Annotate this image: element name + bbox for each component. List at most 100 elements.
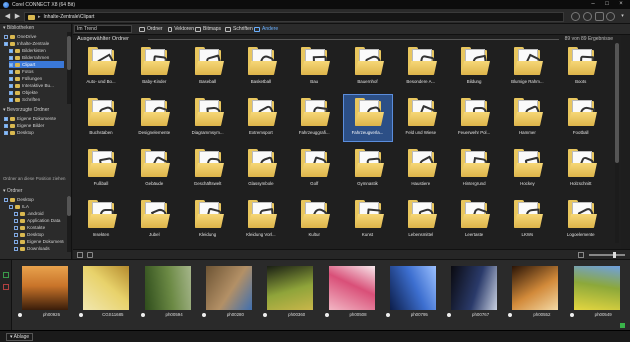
checkbox[interactable] [4,197,8,202]
folder-tile[interactable]: Kleidung [184,197,232,243]
refresh-icon[interactable] [583,12,592,21]
tray-thumbnail[interactable] [512,266,559,310]
folder-tile[interactable]: Golf [290,146,338,192]
filter-ordner-button[interactable]: Ordner [139,25,167,34]
folders-scrollbar[interactable] [67,196,71,252]
checkbox[interactable] [9,97,13,102]
back-button[interactable]: ◀ [3,12,12,21]
favorites-header[interactable]: ▾ Bevorzugte Ordner [0,106,72,114]
info-pin-icon[interactable] [508,312,513,317]
tray-thumbnail[interactable] [389,266,436,310]
folder-tile[interactable]: Haustiere [397,146,445,192]
folder-tile[interactable]: Diagrammsym... [184,95,232,141]
checkbox[interactable] [9,90,13,95]
checkbox[interactable] [14,218,18,223]
checkbox[interactable] [14,246,18,251]
folder-tile[interactable]: Feuerwehr Pol... [450,95,498,141]
checkbox[interactable] [14,211,18,216]
checkbox[interactable] [9,62,13,67]
minimize-button[interactable]: – [586,0,600,9]
info-pin-icon[interactable] [140,312,145,317]
folder-tile[interactable]: Bau [290,44,338,90]
filter-vektoren-button[interactable]: Vektoren [168,25,194,34]
filter-schriften-button[interactable]: Schriften [225,25,253,34]
folder-tile[interactable]: Fußball [77,146,125,192]
tree-item[interactable]: Objekte [9,89,64,96]
checkbox[interactable] [9,204,13,209]
info-pin-icon[interactable] [324,312,329,317]
folder-tile[interactable]: Holzschnitt [557,146,605,192]
tree-item[interactable]: Clipart [9,61,64,68]
folder-tile[interactable]: Kultur [290,197,338,243]
folder-tile[interactable]: LKWs [503,197,551,243]
tree-item[interactable]: Schriften [9,96,64,103]
tray-thumbnail[interactable] [83,266,130,310]
tree-item[interactable]: Downloads [14,245,64,252]
libraries-header[interactable]: ▾ Bibliotheken [0,24,72,32]
folder-tile[interactable]: Basketball [237,44,285,90]
close-button[interactable]: × [614,0,628,9]
checkbox[interactable] [4,41,8,46]
tree-item[interactable]: Inhalte-Zentrale [4,40,64,47]
tree-item[interactable]: ILA [9,203,64,210]
maximize-button[interactable]: □ [600,0,614,9]
tray-tab[interactable]: ▾ Ablage [6,333,34,341]
folder-tile[interactable]: Kleidung Vorl... [237,197,285,243]
remove-from-tray-icon[interactable] [3,284,9,290]
folder-tile[interactable]: Insekten [77,197,125,243]
checkbox[interactable] [9,76,13,81]
folder-tile[interactable]: Fahrzeugverla... [342,94,393,142]
folder-tile[interactable]: Bildung [450,44,498,90]
list-view-icon[interactable] [87,252,93,258]
tray-thumbnail[interactable] [573,266,620,310]
folder-tile[interactable]: Hintergrund [450,146,498,192]
tree-item[interactable]: Bilderkisten [9,47,64,54]
zoom-slider-knob[interactable] [613,252,616,258]
tree-item[interactable]: .android [14,210,64,217]
tree-item[interactable]: Desktop [4,196,64,203]
folder-tile[interactable]: Besondere A... [397,44,445,90]
info-pin-icon[interactable] [569,312,574,317]
tray-thumbnail[interactable] [328,266,375,310]
tree-item[interactable]: Eigene Dokumente [14,238,64,245]
checkbox[interactable] [14,239,18,244]
folder-tile[interactable]: Jubel [130,197,178,243]
scroll-thumb[interactable] [67,196,71,216]
folder-tile[interactable]: Leertaste [450,197,498,243]
settings-gear-icon[interactable] [606,12,615,21]
tree-item[interactable]: Application Data [14,217,64,224]
folder-tile[interactable]: Hammer [503,95,551,141]
info-pin-icon[interactable] [447,312,452,317]
tree-item[interactable]: Eigene Dokumente [4,115,64,122]
checkbox[interactable] [4,116,8,121]
folder-tile[interactable]: Gymnastik [344,146,392,192]
folder-tile[interactable]: Buchstaben [77,95,125,141]
library-scrollbar[interactable] [67,32,71,104]
tree-item[interactable]: Kontakte [14,224,64,231]
checkbox[interactable] [4,130,8,135]
info-pin-icon[interactable] [201,312,206,317]
tray-thumbnail[interactable] [22,266,68,310]
tree-item[interactable]: Eigene Bilder [4,122,64,129]
checkbox[interactable] [4,123,8,128]
checkbox[interactable] [9,69,13,74]
folder-tile[interactable]: Baseball [184,44,232,90]
checkbox[interactable] [14,232,18,237]
tray-thumbnail[interactable] [205,266,252,310]
search-icon[interactable] [571,12,580,21]
folder-tile[interactable]: Boots [557,44,605,90]
folder-tile[interactable]: Hockey [503,146,551,192]
tree-item[interactable]: OneDrive [4,33,64,40]
info-pin-icon[interactable] [263,312,268,317]
checkbox[interactable] [9,55,13,60]
chevron-down-icon[interactable]: ▾ [618,12,627,21]
folder-tile[interactable]: Football [557,95,605,141]
folder-tile[interactable]: Logoelemente [557,197,605,243]
folder-tile[interactable]: Kunst [344,197,392,243]
tray-thumbnail[interactable] [451,266,498,310]
folder-tile[interactable]: Auto- und Bo... [77,44,125,90]
grid-view-icon[interactable] [77,252,83,258]
thumbnail-size-icon[interactable] [578,252,584,258]
tree-item[interactable]: Desktop [14,231,64,238]
folder-tile[interactable]: Geschäftswelt [184,146,232,192]
